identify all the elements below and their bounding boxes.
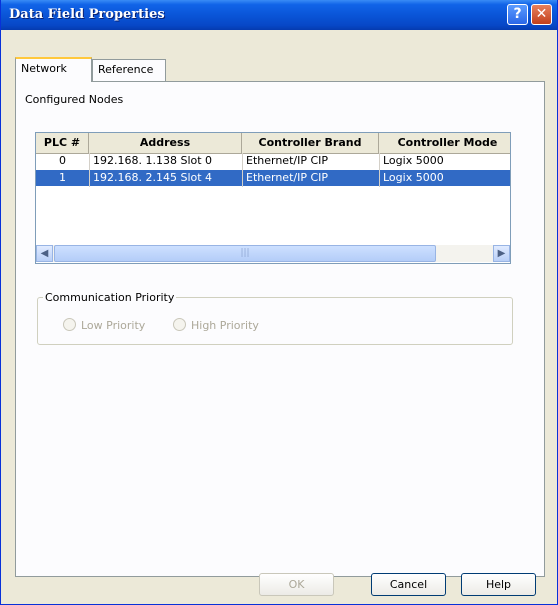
table-row-selected[interactable]: 1 192.168. 2.145 Slot 4 Ethernet/IP CIP … — [36, 170, 510, 186]
close-icon[interactable]: ✕ — [531, 4, 552, 25]
nodes-list-view[interactable]: PLC # Address Controller Brand Controlle… — [35, 132, 511, 264]
radio-circle-icon — [63, 318, 76, 331]
scroll-right-icon[interactable]: ▶ — [493, 245, 510, 262]
communication-priority-legend: Communication Priority — [43, 291, 177, 304]
column-divider — [379, 153, 380, 187]
cell-plc: 0 — [59, 154, 66, 167]
high-priority-radio[interactable]: High Priority — [173, 318, 259, 332]
list-header: PLC # Address Controller Brand Controlle… — [36, 133, 510, 154]
high-priority-label: High Priority — [191, 319, 259, 332]
ok-button[interactable]: OK — [259, 573, 334, 596]
table-row[interactable]: 0 192.168. 1.138 Slot 0 Ethernet/IP CIP … — [36, 153, 510, 169]
cancel-button[interactable]: Cancel — [371, 573, 446, 596]
cell-address: 192.168. 2.145 Slot 4 — [93, 171, 213, 184]
horizontal-scrollbar[interactable]: ◀ ||| ▶ — [36, 245, 510, 262]
scroll-left-icon[interactable]: ◀ — [36, 245, 53, 262]
cell-address: 192.168. 1.138 Slot 0 — [93, 154, 213, 167]
help-icon[interactable]: ? — [507, 4, 528, 25]
cell-brand: Ethernet/IP CIP — [246, 154, 329, 167]
configured-nodes-label: Configured Nodes — [25, 93, 124, 106]
cell-model: Logix 5000 — [383, 154, 444, 167]
scrollbar-thumb[interactable]: ||| — [54, 245, 436, 262]
cell-brand: Ethernet/IP CIP — [246, 171, 329, 184]
cell-model: Logix 5000 — [383, 171, 444, 184]
window-title: Data Field Properties — [9, 7, 165, 22]
column-divider — [89, 153, 90, 187]
column-header-plc[interactable]: PLC # — [36, 133, 89, 153]
help-button[interactable]: Help — [461, 573, 536, 596]
column-header-address[interactable]: Address — [89, 133, 242, 153]
column-header-controller-brand[interactable]: Controller Brand — [242, 133, 379, 153]
radio-circle-icon — [173, 318, 186, 331]
column-divider — [242, 153, 243, 187]
low-priority-radio[interactable]: Low Priority — [63, 318, 145, 332]
low-priority-label: Low Priority — [81, 319, 146, 332]
cell-plc: 1 — [59, 171, 66, 184]
tab-reference[interactable]: Reference — [92, 59, 166, 81]
tab-network[interactable]: Network — [15, 57, 92, 82]
title-bar[interactable]: Data Field Properties ? ✕ — [1, 0, 557, 30]
column-header-controller-model[interactable]: Controller Mode — [379, 133, 510, 153]
dialog-window: Data Field Properties ? ✕ Network Refere… — [0, 0, 558, 605]
